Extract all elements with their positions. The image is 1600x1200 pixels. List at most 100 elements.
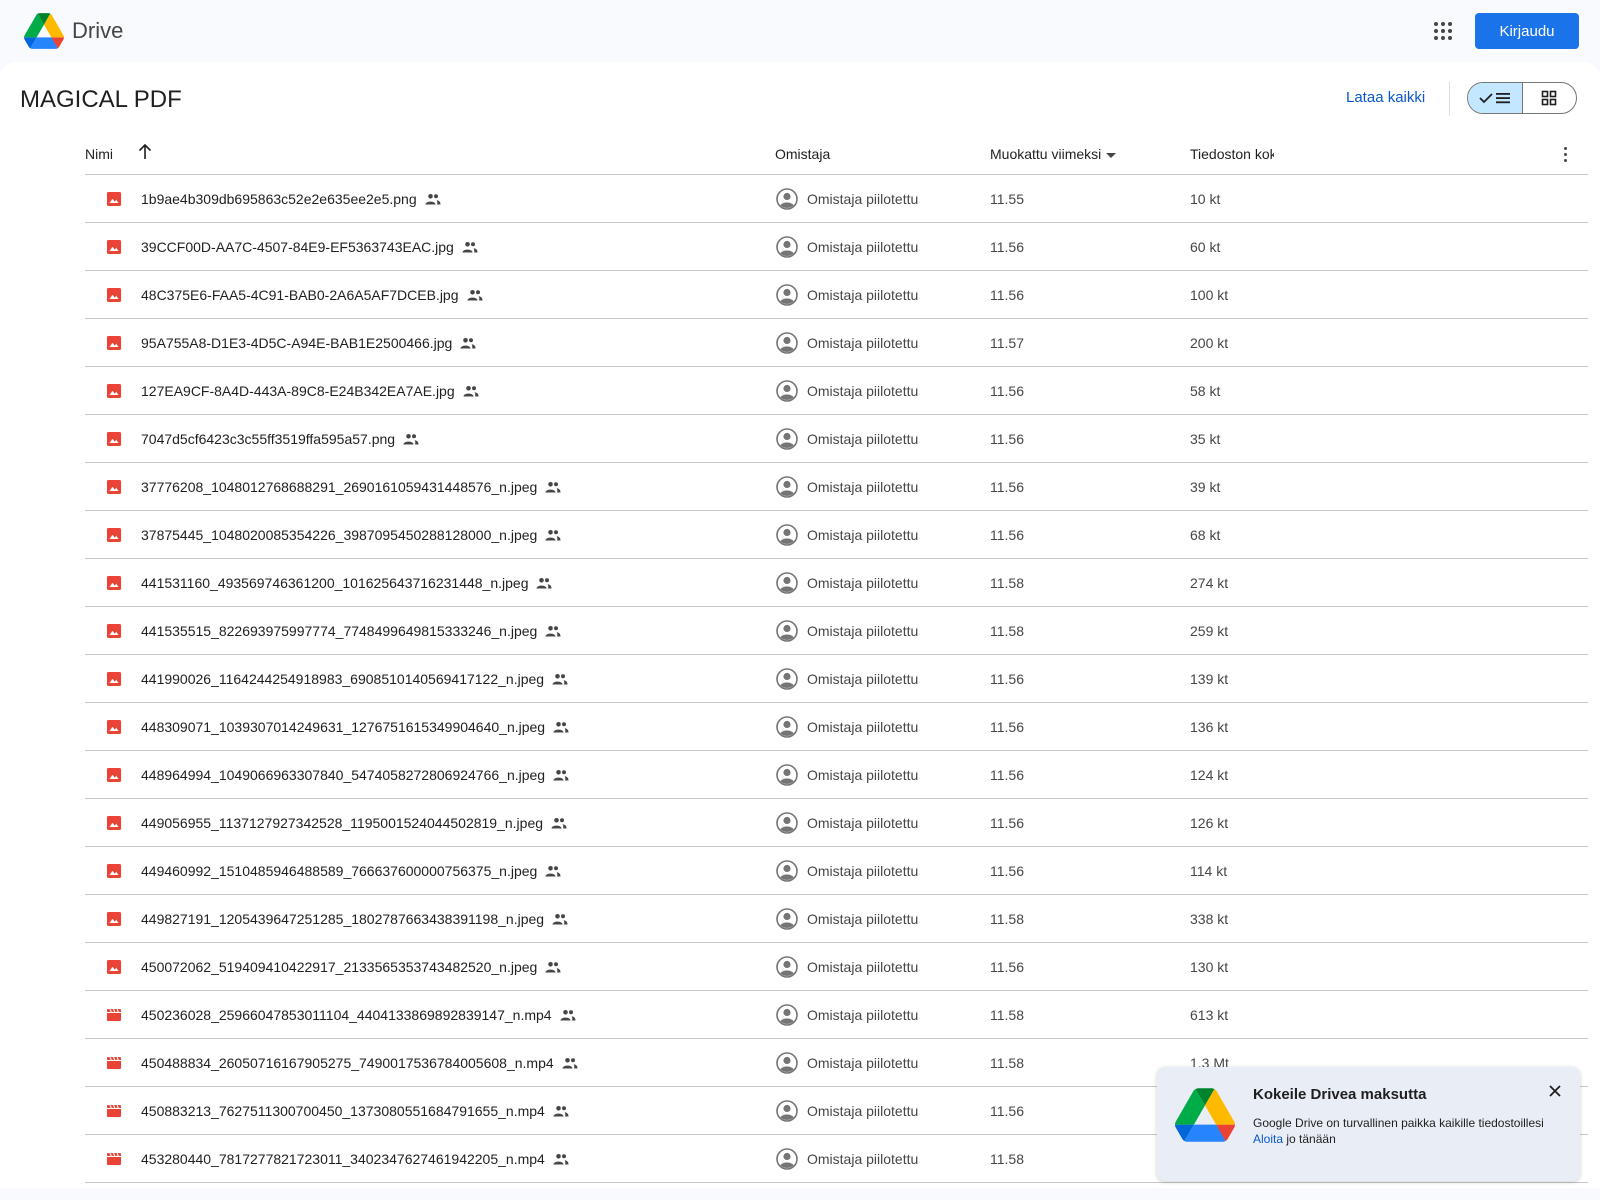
modified-text: 11.58 bbox=[990, 623, 1024, 639]
file-row[interactable]: 450072062_519409410422917_21335653537434… bbox=[85, 943, 1588, 991]
shared-people-icon bbox=[425, 194, 441, 205]
account-circle-icon bbox=[776, 1100, 798, 1122]
file-name: 37776208_1048012768688291_26901610594314… bbox=[141, 479, 538, 495]
app-name: Drive bbox=[72, 18, 124, 43]
close-icon[interactable] bbox=[1546, 1082, 1564, 1100]
account-circle-icon bbox=[776, 524, 798, 546]
file-row[interactable]: 448964994_1049066963307840_5474058272806… bbox=[85, 751, 1588, 799]
shared-people-icon bbox=[552, 674, 568, 685]
file-name: 449827191_1205439647251285_1802787663438… bbox=[141, 911, 545, 927]
file-name-cell: 449460992_1510485946488589_7666376000007… bbox=[141, 863, 561, 879]
file-row[interactable]: 449460992_1510485946488589_7666376000007… bbox=[85, 847, 1588, 895]
shared-people-icon bbox=[553, 1106, 569, 1117]
modified-text: 11.56 bbox=[990, 815, 1024, 831]
account-circle-icon bbox=[776, 716, 798, 738]
shared-people-icon bbox=[553, 722, 569, 733]
account-circle-icon bbox=[776, 1004, 798, 1026]
size-text: 58 kt bbox=[1190, 383, 1221, 399]
more-vert-icon[interactable] bbox=[1557, 144, 1573, 164]
account-circle-icon bbox=[776, 812, 798, 834]
file-name: 449056955_1137127927342528_1195001524044… bbox=[141, 815, 544, 831]
image-file-icon bbox=[107, 960, 121, 974]
top-bar: Drive Kirjaudu bbox=[0, 0, 1600, 62]
account-circle-icon bbox=[776, 332, 798, 354]
file-name-cell: 453280440_7817277821723011_3402347627461… bbox=[141, 1151, 569, 1167]
file-name: 441531160_493569746361200_10162564371623… bbox=[141, 575, 529, 591]
image-file-icon bbox=[107, 672, 121, 686]
shared-people-icon bbox=[545, 626, 561, 637]
signin-button[interactable]: Kirjaudu bbox=[1475, 13, 1579, 49]
account-circle-icon bbox=[776, 956, 798, 978]
file-row[interactable]: 441531160_493569746361200_10162564371623… bbox=[85, 559, 1588, 607]
table-header: Nimi Omistaja Muokattu viimeksi Tiedosto… bbox=[85, 132, 1588, 175]
account-circle-icon bbox=[776, 764, 798, 786]
google-apps-icon[interactable] bbox=[1433, 21, 1453, 41]
file-name-cell: 127EA9CF-8A4D-443A-89C8-E24B342EA7AE.jpg bbox=[141, 383, 479, 399]
modified-text: 11.55 bbox=[990, 191, 1024, 207]
modified-text: 11.58 bbox=[990, 1151, 1024, 1167]
size-text: 200 kt bbox=[1190, 335, 1229, 351]
account-circle-icon bbox=[776, 1148, 798, 1170]
toolbar-divider bbox=[1449, 82, 1450, 116]
file-list: 1b9ae4b309db695863c52e2e635ee2e5.png Omi… bbox=[85, 175, 1588, 1183]
file-name: 450883213_7627511300700450_1373080551684… bbox=[141, 1103, 545, 1119]
file-name: 48C375E6-FAA5-4C91-BAB0-2A6A5AF7DCEB.jpg bbox=[141, 287, 459, 303]
file-name: 127EA9CF-8A4D-443A-89C8-E24B342EA7AE.jpg bbox=[141, 383, 455, 399]
account-circle-icon bbox=[776, 380, 798, 402]
modified-text: 11.56 bbox=[990, 527, 1024, 543]
owner-text: Omistaja piilotettu bbox=[807, 719, 919, 735]
account-circle-icon bbox=[776, 860, 798, 882]
video-file-icon bbox=[107, 1152, 121, 1165]
file-row[interactable]: 48C375E6-FAA5-4C91-BAB0-2A6A5AF7DCEB.jpg… bbox=[85, 271, 1588, 319]
file-row[interactable]: 441535515_822693975997774_77484996498153… bbox=[85, 607, 1588, 655]
size-text: 613 kt bbox=[1190, 1007, 1229, 1023]
image-file-icon bbox=[107, 432, 121, 446]
file-row[interactable]: 448309071_1039307014249631_1276751615349… bbox=[85, 703, 1588, 751]
size-text: 136 kt bbox=[1190, 719, 1229, 735]
drive-logo-icon[interactable] bbox=[24, 13, 64, 49]
promo-card: Kokeile Drivea maksutta Google Drive on … bbox=[1157, 1067, 1580, 1181]
file-name-cell: 441990026_1164244254918983_6908510140569… bbox=[141, 671, 568, 687]
image-file-icon bbox=[107, 816, 121, 830]
size-text: 68 kt bbox=[1190, 527, 1221, 543]
list-view-button[interactable] bbox=[1468, 83, 1523, 113]
file-row[interactable]: 1b9ae4b309db695863c52e2e635ee2e5.png Omi… bbox=[85, 175, 1588, 223]
owner-text: Omistaja piilotettu bbox=[807, 863, 919, 879]
file-row[interactable]: 449827191_1205439647251285_1802787663438… bbox=[85, 895, 1588, 943]
file-row[interactable]: 449056955_1137127927342528_1195001524044… bbox=[85, 799, 1588, 847]
size-text: 124 kt bbox=[1190, 767, 1229, 783]
file-row[interactable]: 441990026_1164244254918983_6908510140569… bbox=[85, 655, 1588, 703]
promo-body: Google Drive on turvallinen paikka kaiki… bbox=[1253, 1115, 1553, 1147]
promo-start-link[interactable]: Aloita bbox=[1253, 1132, 1283, 1146]
owner-text: Omistaja piilotettu bbox=[807, 959, 919, 975]
file-name-cell: 450488834_26050716167905275_749001753678… bbox=[141, 1055, 578, 1071]
size-text: 274 kt bbox=[1190, 575, 1229, 591]
file-name: 450488834_26050716167905275_749001753678… bbox=[141, 1055, 554, 1071]
file-row[interactable]: 127EA9CF-8A4D-443A-89C8-E24B342EA7AE.jpg… bbox=[85, 367, 1588, 415]
file-row[interactable]: 37875445_1048020085354226_39870954502881… bbox=[85, 511, 1588, 559]
modified-text: 11.56 bbox=[990, 383, 1024, 399]
shared-people-icon bbox=[562, 1058, 578, 1069]
shared-people-icon bbox=[545, 962, 561, 973]
account-circle-icon bbox=[776, 236, 798, 258]
owner-text: Omistaja piilotettu bbox=[807, 1103, 919, 1119]
shared-people-icon bbox=[536, 578, 552, 589]
file-name-cell: 450072062_519409410422917_21335653537434… bbox=[141, 959, 561, 975]
account-circle-icon bbox=[776, 476, 798, 498]
column-header-modified[interactable]: Muokattu viimeksi bbox=[990, 146, 1117, 162]
promo-title: Kokeile Drivea maksutta bbox=[1253, 1086, 1427, 1103]
file-row[interactable]: 7047d5cf6423c3c55ff3519ffa595a57.png Omi… bbox=[85, 415, 1588, 463]
file-row[interactable]: 450236028_25966047853011104_440413386989… bbox=[85, 991, 1588, 1039]
grid-view-button[interactable] bbox=[1523, 83, 1577, 113]
modified-text: 11.58 bbox=[990, 575, 1024, 591]
modified-text: 11.56 bbox=[990, 719, 1024, 735]
file-name: 1b9ae4b309db695863c52e2e635ee2e5.png bbox=[141, 191, 417, 207]
arrow-up-icon[interactable] bbox=[137, 143, 153, 161]
file-row[interactable]: 95A755A8-D1E3-4D5C-A94E-BAB1E2500466.jpg… bbox=[85, 319, 1588, 367]
file-name: 448964994_1049066963307840_5474058272806… bbox=[141, 767, 546, 783]
file-row[interactable]: 39CCF00D-AA7C-4507-84E9-EF5363743EAC.jpg… bbox=[85, 223, 1588, 271]
file-row[interactable]: 37776208_1048012768688291_26901610594314… bbox=[85, 463, 1588, 511]
download-all-button[interactable]: Lataa kaikki bbox=[1346, 89, 1425, 106]
account-circle-icon bbox=[776, 188, 798, 210]
column-header-name[interactable]: Nimi bbox=[85, 146, 113, 162]
